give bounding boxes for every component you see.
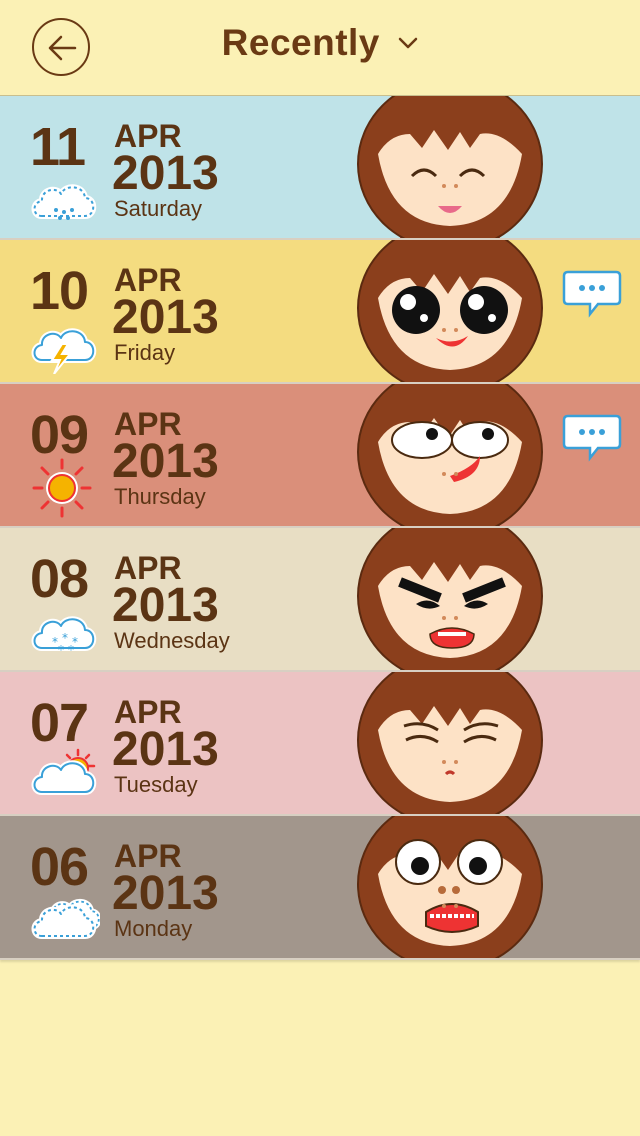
mood-character: [330, 816, 570, 958]
svg-text:*: *: [58, 643, 64, 657]
entry-weekday: Saturday: [114, 196, 203, 221]
character-silly-icon: [357, 384, 543, 526]
character-sad-icon: [357, 672, 543, 814]
weather-icon-slot: [28, 746, 100, 806]
character-happy-icon: [357, 96, 543, 238]
chevron-down-icon: [399, 37, 418, 49]
weather-icon-slot: * * * * *: [28, 602, 100, 662]
title-dropdown[interactable]: Recently: [0, 22, 640, 64]
weather-icon-slot: [28, 170, 100, 230]
diary-entry[interactable]: 06 APR 2013 Monday: [0, 816, 640, 960]
comment-icon: [562, 414, 622, 462]
entry-year: 2013: [112, 147, 219, 200]
mood-character: [330, 96, 570, 238]
entry-year: 2013: [112, 435, 219, 488]
diary-entry[interactable]: 10 APR 2013 Friday: [0, 240, 640, 384]
partly-cloudy-icon: [31, 748, 97, 795]
comment-button[interactable]: [562, 412, 622, 462]
thunderstorm-icon: [31, 328, 97, 375]
diary-entry[interactable]: 08 APR 2013 Wednesday * * * * *: [0, 528, 640, 672]
entry-day: 09: [30, 405, 89, 465]
character-excited-icon: [357, 240, 543, 382]
entry-day: 06: [30, 837, 89, 897]
weather-icon-slot: [28, 314, 100, 375]
entry-year: 2013: [112, 867, 219, 920]
mood-character: [330, 528, 570, 670]
entry-weekday: Monday: [114, 916, 193, 941]
mood-character: [330, 240, 570, 382]
mood-character: [330, 672, 570, 814]
sun-icon: [32, 458, 92, 518]
entry-weekday: Thursday: [114, 484, 206, 509]
entry-day: 10: [30, 261, 89, 321]
character-scared-icon: [357, 816, 543, 958]
svg-text:*: *: [68, 643, 74, 657]
character-angry-icon: [357, 528, 543, 670]
header: Recently: [0, 0, 640, 97]
entry-weekday: Wednesday: [114, 628, 230, 653]
entry-year: 2013: [112, 579, 219, 632]
mood-character: [330, 384, 570, 526]
diary-entry[interactable]: 11 APR 2013 Saturday: [0, 96, 640, 240]
entry-weekday: Friday: [114, 340, 176, 365]
page-title: Recently: [221, 22, 380, 63]
entry-day: 08: [30, 549, 89, 609]
weather-icon-slot: [28, 458, 100, 518]
cloudy-icon: [31, 898, 102, 939]
comment-icon: [562, 270, 622, 318]
entry-day: 11: [30, 117, 86, 177]
rain-cloud-icon: [31, 184, 97, 220]
comment-button[interactable]: [562, 268, 622, 318]
weather-icon-slot: [28, 890, 102, 950]
diary-list: 11 APR 2013 Saturday 10 APR 2013 Friday: [0, 96, 640, 960]
entry-day: 07: [30, 693, 89, 753]
diary-entry[interactable]: 09 APR 2013 Thursday: [0, 384, 640, 528]
entry-year: 2013: [112, 291, 219, 344]
entry-year: 2013: [112, 723, 219, 776]
entry-weekday: Tuesday: [114, 772, 198, 797]
snow-cloud-icon: * * ** *: [31, 616, 97, 657]
diary-entry[interactable]: 07 APR 2013 Tuesday: [0, 672, 640, 816]
